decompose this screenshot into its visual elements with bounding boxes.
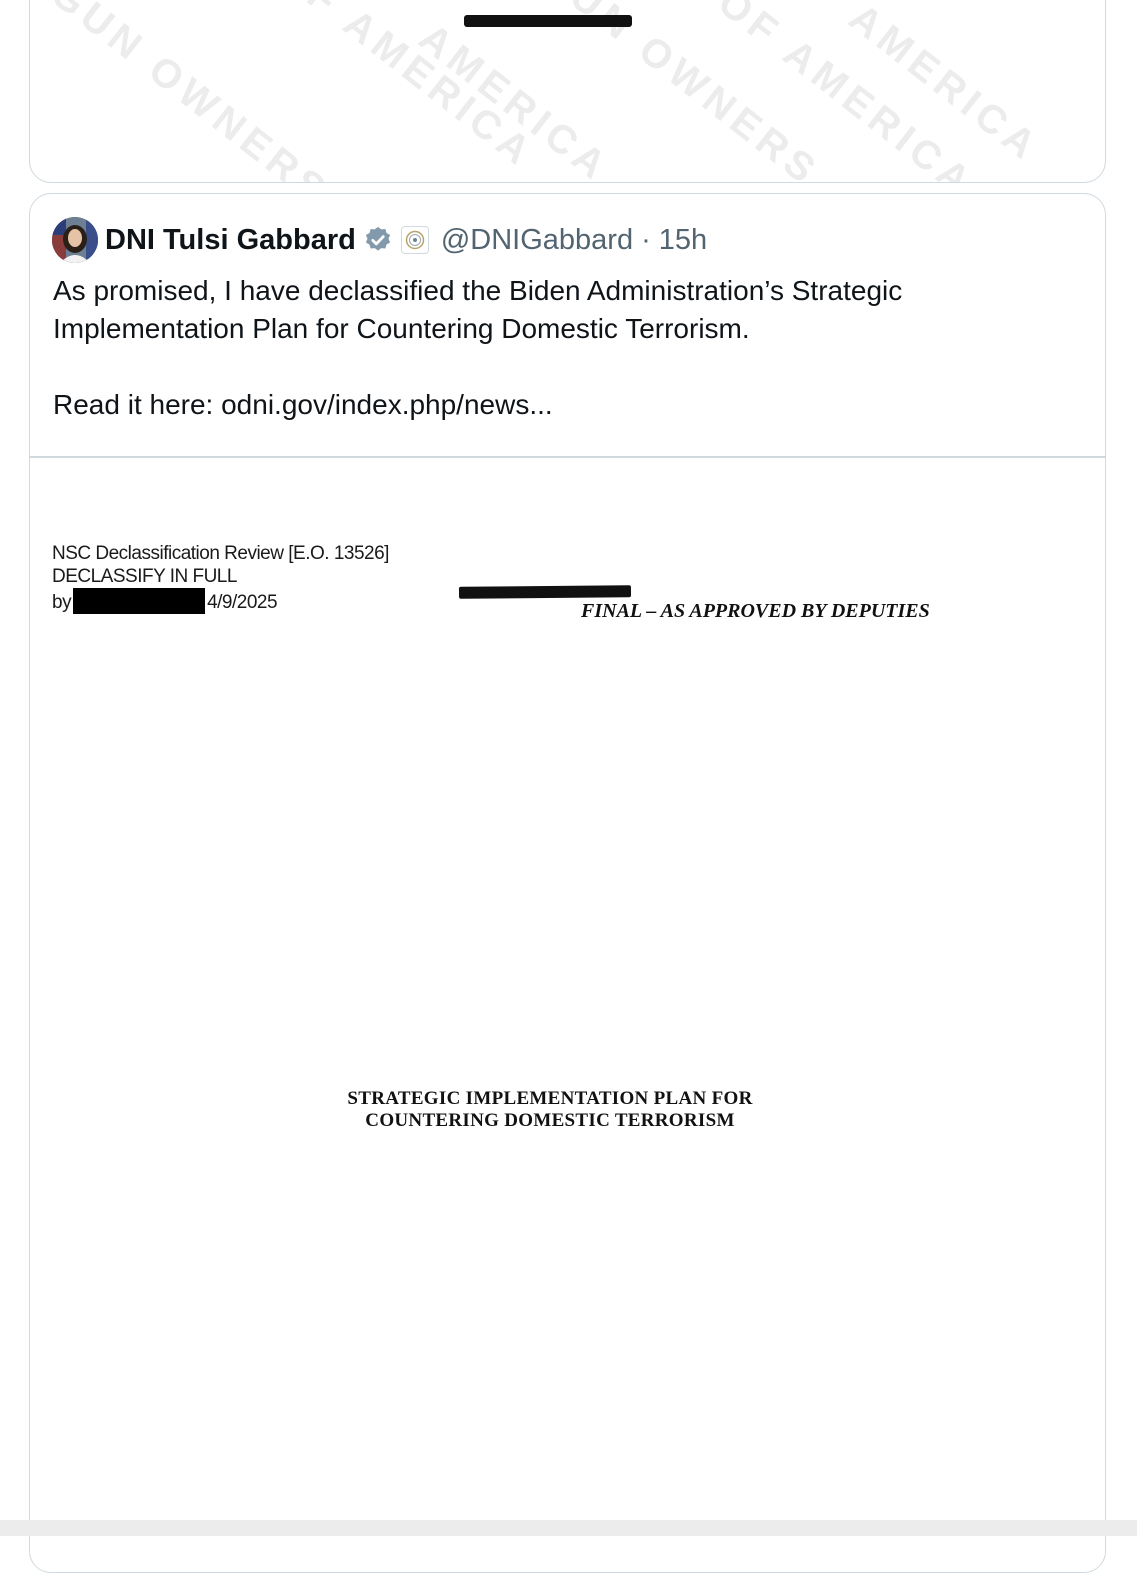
- display-name[interactable]: DNI Tulsi Gabbard: [105, 224, 356, 257]
- document-status: FINAL – AS APPROVED BY DEPUTIES: [581, 600, 930, 622]
- tweet-text-line: Implementation Plan for Countering Domes…: [53, 313, 750, 344]
- review-line: NSC Declassification Review [E.O. 13526]: [52, 543, 389, 564]
- document-title-line: STRATEGIC IMPLEMENTATION PLAN FOR: [347, 1088, 753, 1109]
- document-title: STRATEGIC IMPLEMENTATION PLAN FOR COUNTE…: [30, 1088, 1070, 1132]
- declassify-by-line: by 4/9/2025: [52, 588, 389, 614]
- declassify-date: 4/9/2025: [207, 592, 278, 613]
- tweet-link[interactable]: odni.gov/index.php/news...: [221, 389, 553, 420]
- watermark-text: GUN OWNERS: [42, 0, 338, 182]
- previous-tweet-card[interactable]: GUN OWNERS OF AMERICA AMERICA GUN OWNERS…: [29, 0, 1106, 183]
- tweet-timestamp[interactable]: 15h: [659, 224, 707, 257]
- watermark-text: OF AMERICA: [709, 0, 983, 182]
- document-title-line: COUNTERING DOMESTIC TERRORISM: [365, 1110, 735, 1131]
- tweet-read-line: Read it here: odni.gov/index.php/news...: [53, 386, 1063, 424]
- redaction-bar: [458, 585, 632, 599]
- page-bottom-edge: [0, 1520, 1137, 1536]
- tweet-text: As promised, I have declassified the Bid…: [53, 272, 1063, 424]
- by-label: by: [52, 592, 72, 613]
- verified-badge-icon: [363, 225, 393, 255]
- attached-document-image[interactable]: NSC Declassification Review [E.O. 13526]…: [30, 456, 1105, 1572]
- declassification-stamp: NSC Declassification Review [E.O. 13526]…: [52, 542, 389, 614]
- watermark-text: AMERICA: [841, 0, 1049, 171]
- avatar[interactable]: [52, 217, 98, 263]
- affiliate-seal-icon[interactable]: [400, 226, 429, 254]
- watermark-text: GUN OWNERS: [532, 0, 828, 182]
- redaction-bar: [464, 15, 632, 27]
- tweet-header: DNI Tulsi Gabbard @DNIGabbard · 15h: [52, 216, 707, 264]
- separator-dot: ·: [641, 223, 651, 256]
- user-handle[interactable]: @DNIGabbard: [441, 224, 633, 257]
- declassify-line: DECLASSIFY IN FULL: [52, 566, 237, 587]
- tweet-card[interactable]: DNI Tulsi Gabbard @DNIGabbard · 15h As p…: [29, 193, 1106, 1573]
- tweet-text-line: As promised, I have declassified the Bid…: [53, 275, 903, 306]
- redaction-bar: [73, 588, 206, 614]
- read-prefix: Read it here:: [53, 389, 222, 420]
- watermark-background: GUN OWNERS OF AMERICA AMERICA GUN OWNERS…: [30, 0, 1105, 182]
- watermark-text: AMERICA: [411, 15, 619, 182]
